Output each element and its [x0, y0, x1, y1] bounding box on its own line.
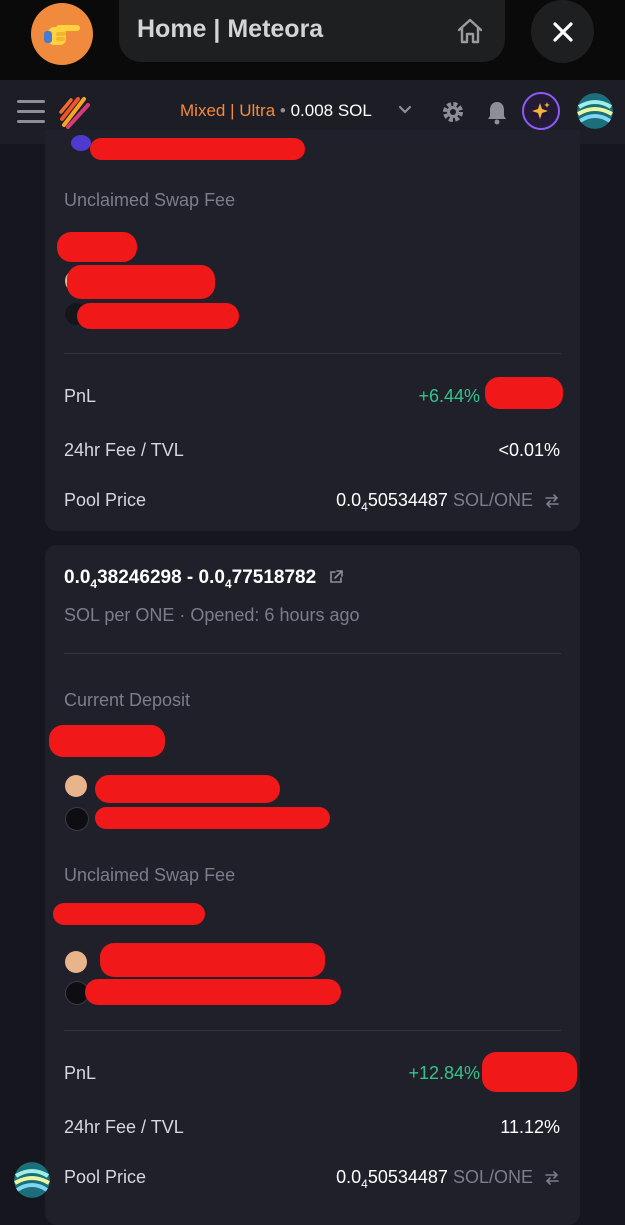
gear-icon[interactable] — [440, 99, 466, 125]
bell-icon[interactable] — [485, 99, 509, 125]
pnl-value: +6.44% — [418, 386, 480, 406]
pointing-hand-avatar[interactable] — [31, 3, 93, 65]
position-card: Unclaimed Swap Fee PnL +6.44% 24hr Fee /… — [45, 130, 580, 531]
profile-avatar-icon — [577, 93, 613, 129]
redacted-pnl-amount — [485, 377, 563, 409]
redacted-fee-sol — [85, 979, 341, 1005]
pnl-label: PnL — [64, 386, 97, 406]
pool-price-label: Pool Price — [64, 1167, 147, 1187]
wallet-selector[interactable]: Mixed | Ultra • 0.008 SOL — [180, 101, 372, 121]
redacted-pnl-amount — [482, 1052, 577, 1092]
one-token-icon — [65, 775, 87, 797]
pnl-label: PnL — [64, 1063, 97, 1083]
meteora-logo-icon[interactable] — [58, 95, 92, 129]
token-icon — [71, 135, 91, 151]
divider — [64, 1030, 561, 1031]
fee-tvl-label: 24hr Fee / TVL — [64, 440, 184, 460]
home-icon[interactable] — [455, 16, 485, 46]
unclaimed-fee-label: Unclaimed Swap Fee — [64, 190, 236, 210]
pool-price-value: 0.0450534487 SOL/ONE — [336, 1167, 560, 1191]
redacted-deposit-total — [49, 725, 165, 757]
wallet-balance: 0.008 SOL — [290, 101, 372, 120]
redacted-fee-one — [100, 943, 325, 977]
pool-price-label: Pool Price — [64, 490, 147, 510]
redacted-fee-one — [67, 265, 215, 299]
fee-tvl-value: 11.12% — [500, 1117, 560, 1137]
fee-tvl-label: 24hr Fee / TVL — [64, 1117, 184, 1137]
current-deposit-label: Current Deposit — [64, 690, 191, 710]
external-link-icon[interactable] — [329, 570, 344, 584]
divider — [64, 653, 561, 654]
redacted-deposit-one — [95, 775, 280, 803]
one-token-icon — [65, 951, 87, 973]
position-card: 0.0438246298 - 0.0477518782 SOL per ONE … — [45, 545, 580, 1225]
chevron-down-icon[interactable] — [398, 105, 412, 115]
profile-avatar[interactable] — [577, 93, 613, 129]
pool-price-unit: SOL/ONE — [452, 490, 533, 510]
redacted-fee-total — [57, 232, 137, 262]
floating-avatar[interactable] — [14, 1162, 50, 1198]
sparkle-icon — [532, 102, 550, 119]
pnl-value: +12.84% — [408, 1063, 480, 1083]
swap-icon[interactable] — [544, 494, 560, 509]
pool-price-unit: SOL/ONE — [452, 1167, 533, 1187]
mode-label: Mixed — [180, 101, 226, 120]
sparkle-button[interactable] — [522, 92, 560, 130]
unclaimed-fee-label: Unclaimed Swap Fee — [64, 865, 236, 885]
fee-tvl-value: <0.01% — [498, 440, 560, 460]
close-icon — [552, 21, 573, 42]
menu-icon[interactable] — [17, 100, 45, 124]
sol-token-icon — [65, 807, 89, 831]
address-bar[interactable]: Home | Meteora — [119, 0, 505, 62]
position-subtitle: SOL per ONE · Opened: 6 hours ago — [64, 605, 360, 625]
profile-avatar-icon — [14, 1162, 50, 1198]
pointing-hand-icon — [44, 25, 80, 45]
redacted-fee-sol — [77, 303, 239, 329]
pool-price-value: 0.0450534487 SOL/ONE — [336, 490, 560, 514]
dot-separator: • — [279, 101, 286, 120]
close-button[interactable] — [531, 0, 594, 63]
mode-separator: | — [230, 101, 235, 120]
swap-icon[interactable] — [544, 1171, 560, 1186]
divider — [64, 353, 561, 354]
redacted-deposit-sol — [95, 807, 330, 829]
page-title: Home | Meteora — [137, 15, 324, 43]
price-range-title[interactable]: 0.0438246298 - 0.0477518782 — [64, 567, 344, 591]
browser-bar: Home | Meteora — [0, 0, 625, 80]
redacted-amount — [90, 138, 305, 160]
redacted-fee-total — [53, 903, 205, 925]
mode-ultra-label: Ultra — [239, 101, 276, 120]
